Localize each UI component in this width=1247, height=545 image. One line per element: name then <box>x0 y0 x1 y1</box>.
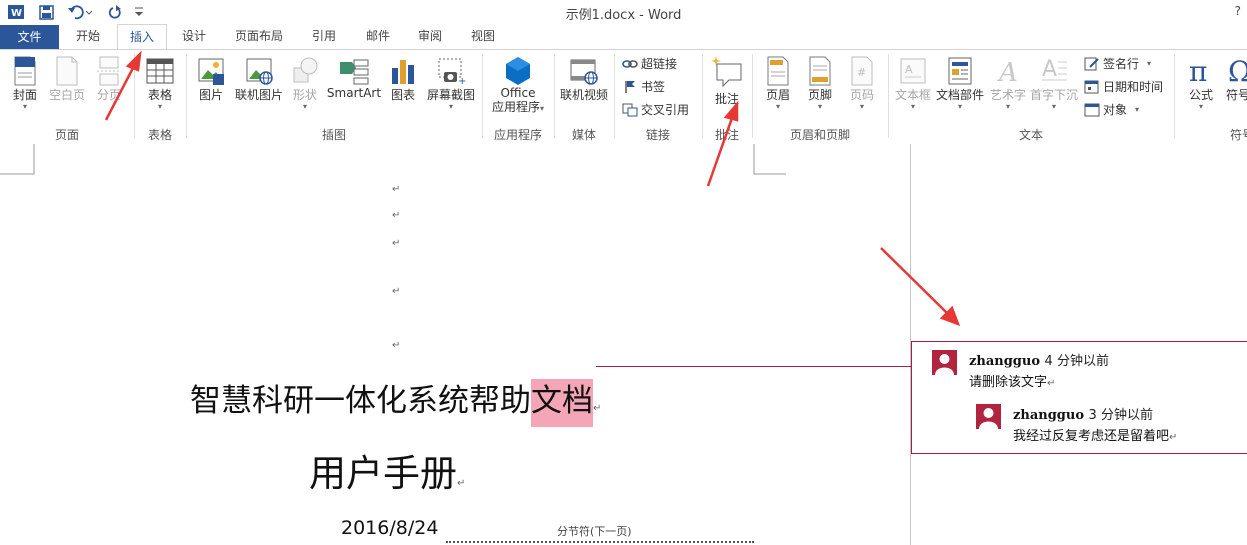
arrow-to-comment-button <box>706 117 734 187</box>
arrow-head <box>723 100 739 122</box>
arrow-to-insert-tab <box>104 65 136 121</box>
arrow-to-comment-thread <box>880 247 949 315</box>
arrow-head <box>125 50 142 72</box>
annotation-arrows <box>104 50 961 327</box>
